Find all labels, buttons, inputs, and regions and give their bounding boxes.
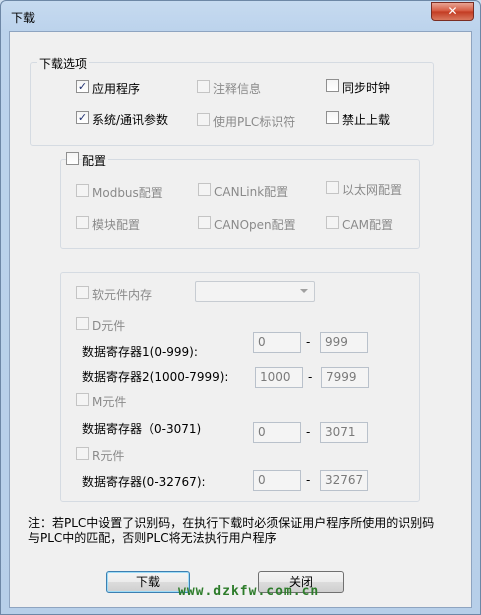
checkbox-use-plc-id[interactable] — [197, 113, 210, 126]
dialog-body: 下载选项 ✓ 应用程序 注释信息 同步时钟 ✓ 系统/通讯参数 使用PLC标识符… — [9, 31, 472, 608]
label-canlink-config: CANLink配置 — [214, 185, 289, 199]
checkbox-forbid-upload[interactable] — [326, 111, 339, 124]
config-group — [60, 159, 420, 249]
m-reg-from-input[interactable]: 0 — [253, 422, 301, 443]
identification-code-note: 注：若PLC中设置了识别码，在执行下载时必须保证用户程序所使用的识别码与PLC中… — [28, 516, 435, 545]
watermark-text: www.dzkfw.com.cn — [178, 584, 320, 599]
checkbox-canopen-config[interactable] — [198, 216, 211, 229]
checkbox-module-config[interactable] — [76, 216, 89, 229]
d-reg1-from-input[interactable]: 0 — [253, 332, 301, 353]
chevron-down-icon — [300, 289, 308, 293]
label-m-reg: 数据寄存器（0-3071) — [82, 422, 202, 436]
checkbox-soft-memory[interactable] — [76, 286, 89, 299]
d-reg2-to-input[interactable]: 7999 — [321, 367, 369, 388]
checkbox-cam-config[interactable] — [326, 216, 339, 229]
checkbox-ethernet-config[interactable] — [326, 181, 339, 194]
label-d-reg2: 数据寄存器2(1000-7999): — [82, 370, 229, 384]
label-canopen-config: CANOpen配置 — [214, 218, 296, 232]
label-forbid-upload: 禁止上载 — [342, 113, 391, 127]
checkbox-d-element[interactable] — [76, 317, 89, 330]
checkbox-comment-info[interactable] — [197, 80, 210, 93]
d-reg1-dash: - — [306, 335, 311, 349]
checkbox-system-comm-params[interactable]: ✓ — [76, 111, 89, 124]
checkbox-sync-clock[interactable] — [326, 79, 339, 92]
checkbox-r-element[interactable] — [76, 447, 89, 460]
close-window-button[interactable]: ✕ — [431, 2, 474, 21]
d-reg2-from-input[interactable]: 1000 — [255, 367, 303, 388]
label-ethernet-config: 以太网配置 — [342, 183, 403, 197]
checkbox-app-program[interactable]: ✓ — [76, 80, 89, 93]
soft-memory-combo[interactable] — [195, 281, 315, 302]
label-soft-memory: 软元件内存 — [92, 288, 153, 302]
r-reg-from-input[interactable]: 0 — [253, 470, 301, 491]
label-m-element: M元件 — [92, 395, 127, 409]
label-comment-info: 注释信息 — [213, 82, 262, 96]
checkbox-config[interactable] — [66, 152, 79, 165]
label-d-element: D元件 — [92, 319, 126, 333]
label-app-program: 应用程序 — [92, 82, 141, 96]
label-cam-config: CAM配置 — [342, 218, 393, 232]
checkbox-canlink-config[interactable] — [198, 183, 211, 196]
label-system-comm-params: 系统/通讯参数 — [92, 113, 169, 127]
r-reg-dash: - — [306, 473, 311, 487]
checkbox-modbus-config[interactable] — [76, 184, 89, 197]
label-r-element: R元件 — [92, 449, 125, 463]
label-use-plc-id: 使用PLC标识符 — [213, 115, 296, 129]
download-options-title: 下载选项 — [37, 55, 90, 72]
d-reg1-to-input[interactable]: 999 — [320, 332, 368, 353]
label-sync-clock: 同步时钟 — [342, 81, 391, 95]
download-options-group: 下载选项 — [30, 55, 434, 146]
label-modbus-config: Modbus配置 — [92, 186, 163, 200]
download-dialog: 下载 ✕ 下载选项 ✓ 应用程序 注释信息 同步时钟 ✓ 系统/通讯参数 使用P… — [0, 0, 481, 615]
label-d-reg1: 数据寄存器1(0-999): — [82, 345, 198, 359]
d-reg2-dash: - — [308, 370, 313, 384]
m-reg-dash: - — [306, 425, 311, 439]
m-reg-to-input[interactable]: 3071 — [320, 422, 368, 443]
checkbox-m-element[interactable] — [76, 393, 89, 406]
label-module-config: 模块配置 — [92, 218, 141, 232]
label-r-reg: 数据寄存器(0-32767): — [82, 475, 206, 489]
title-bar[interactable]: 下载 ✕ — [1, 1, 480, 31]
r-reg-to-input[interactable]: 32767 — [320, 470, 368, 491]
close-icon: ✕ — [447, 4, 458, 18]
window-title: 下载 — [11, 11, 36, 25]
label-config: 配置 — [82, 152, 109, 169]
